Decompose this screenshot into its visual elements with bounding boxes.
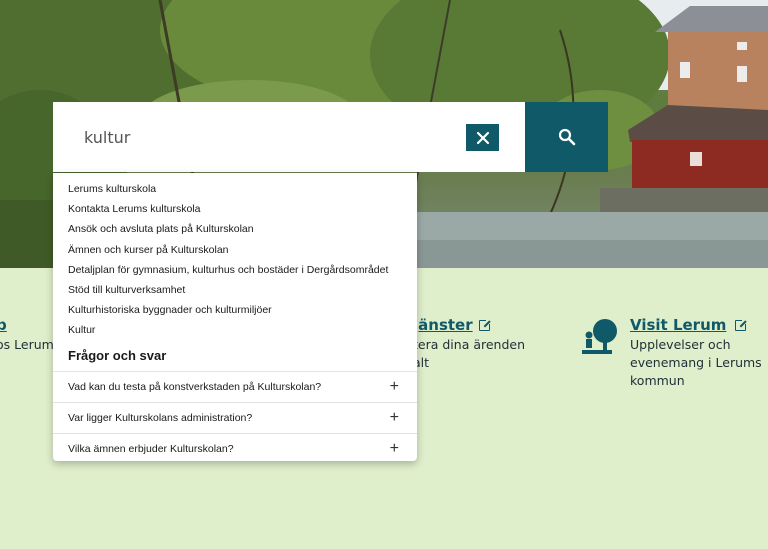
faq-question: Vad kan du testa på konstverkstaden på K… [68, 380, 322, 393]
clear-search-button[interactable] [466, 124, 499, 151]
quicklink-left[interactable]: b os Lerum [0, 316, 54, 354]
faq-question: Var ligger Kulturskolans administration? [68, 411, 253, 424]
quicklink-left-title[interactable]: b [0, 316, 54, 334]
suggestion-item[interactable]: Ämnen och kurser på Kulturskolan [53, 240, 417, 260]
suggestion-list: Lerums kulturskola Kontakta Lerums kultu… [53, 173, 417, 341]
quicklink-middle-desc-2: alt [413, 355, 430, 370]
suggestion-item[interactable]: Kultur [53, 320, 417, 340]
search-suggestions-dropdown: Lerums kulturskola Kontakta Lerums kultu… [53, 173, 417, 461]
close-icon [476, 131, 489, 144]
suggestion-item[interactable]: Stöd till kulturverksamhet [53, 280, 417, 300]
visit-lerum-desc-1: Upplevelser och [630, 337, 731, 352]
search-icon [558, 128, 575, 146]
visit-lerum-desc-2: evenemang i Lerums [630, 355, 762, 370]
search-field [53, 102, 525, 172]
external-link-icon [735, 317, 749, 331]
faq-list: Vad kan du testa på konstverkstaden på K… [53, 370, 417, 464]
faq-question: Vilka ämnen erbjuder Kulturskolan? [68, 442, 234, 455]
quicklink-middle-title[interactable]: jänster [413, 316, 473, 334]
suggestion-item[interactable]: Lerums kulturskola [53, 179, 417, 199]
quicklink-middle-desc-1: tera dina ärenden [413, 337, 526, 352]
visit-lerum-link[interactable]: Visit Lerum [630, 316, 726, 334]
faq-heading: Frågor och svar [68, 347, 167, 363]
quicklink-middle[interactable]: jänster tera dina ärenden alt [413, 316, 525, 372]
quicklink-left-desc: os Lerum [0, 337, 54, 352]
suggestion-item[interactable]: Kulturhistoriska byggnader och kulturmil… [53, 300, 417, 320]
suggestion-item[interactable]: Detaljplan för gymnasium, kulturhus och … [53, 260, 417, 280]
search-button[interactable] [525, 102, 608, 172]
faq-item[interactable]: Vilka ämnen erbjuder Kulturskolan? + [53, 432, 417, 464]
plus-icon: + [389, 408, 399, 426]
search-input[interactable] [53, 102, 525, 172]
faq-item[interactable]: Vad kan du testa på konstverkstaden på K… [53, 370, 417, 402]
suggestion-item[interactable]: Kontakta Lerums kulturskola [53, 199, 417, 219]
plus-icon: + [389, 439, 399, 457]
faq-item[interactable]: Var ligger Kulturskolans administration?… [53, 401, 417, 433]
external-link-icon [478, 317, 492, 331]
search-bar [53, 102, 608, 172]
visit-lerum-desc-3: kommun [630, 373, 685, 388]
suggestion-item[interactable]: Ansök och avsluta plats på Kulturskolan [53, 219, 417, 239]
plus-icon: + [389, 377, 399, 395]
tree-person-icon [581, 318, 621, 356]
quicklink-visit-lerum[interactable]: Visit Lerum Upplevelser och evenemang i … [630, 316, 762, 390]
